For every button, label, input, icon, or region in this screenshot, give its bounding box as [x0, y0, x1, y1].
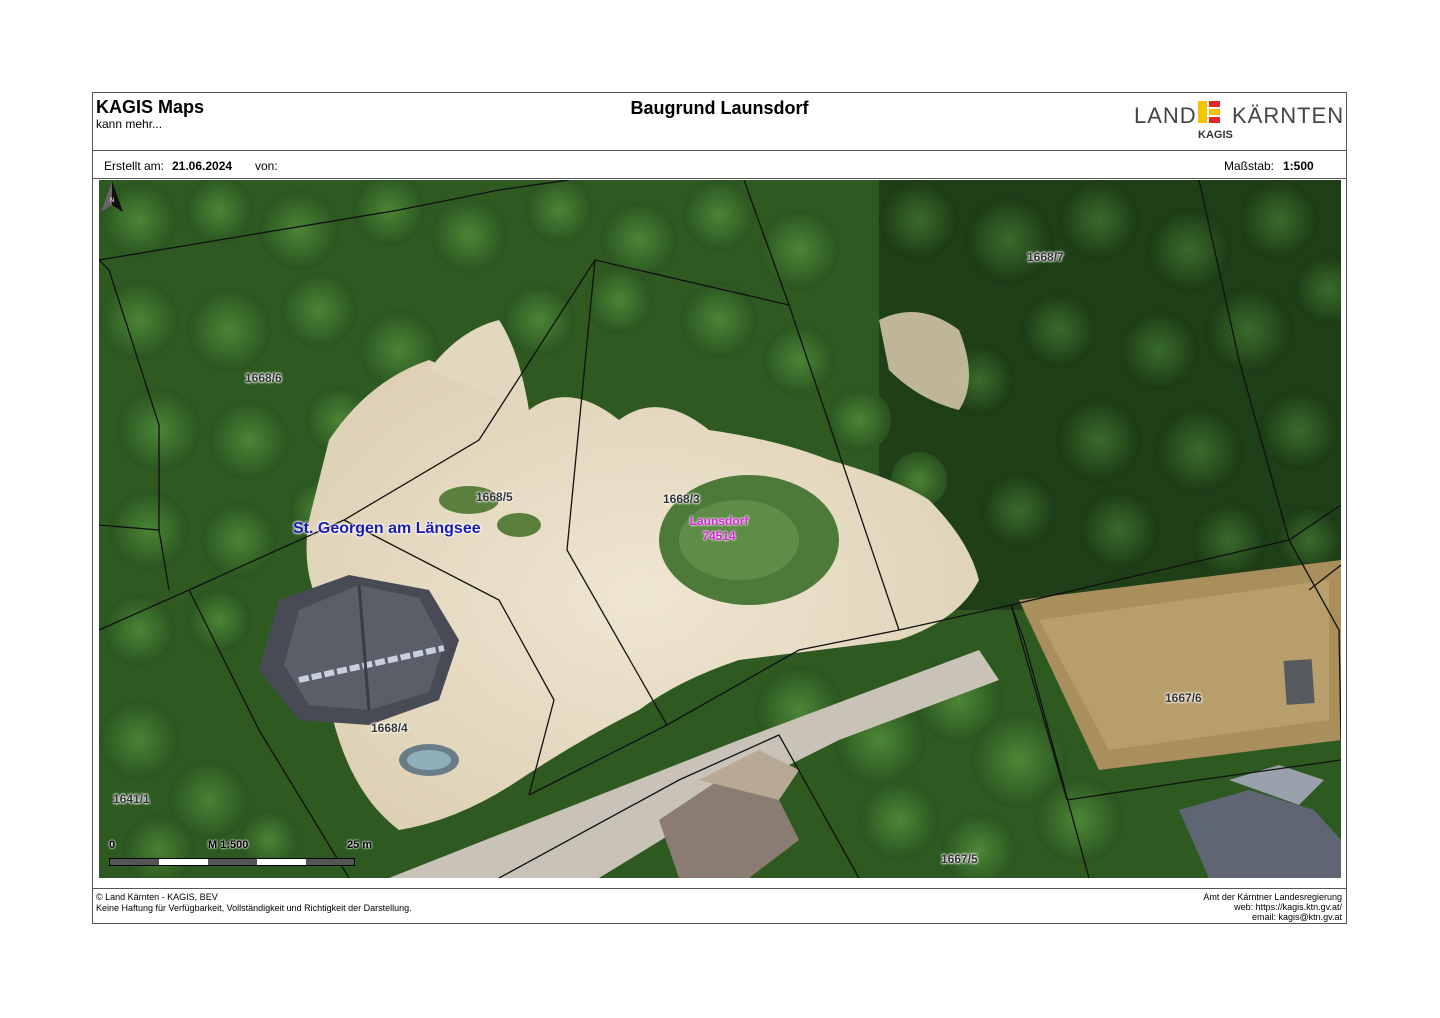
locality-code: 74514 — [702, 529, 736, 543]
map-sheet: KAGIS Maps kann mehr... Baugrund Launsdo… — [92, 92, 1347, 924]
parcel-label: 1667/5 — [941, 852, 978, 866]
locality-label: Launsdorf 74514 — [679, 514, 759, 544]
logo-text-land: LAND — [1134, 103, 1197, 128]
created-label: Erstellt am: — [104, 159, 165, 173]
web-link[interactable]: web: https://kagis.ktn.gv.at/ — [1203, 902, 1342, 912]
info-bar: Erstellt am: 21.06.2024 von: Maßstab: 1:… — [93, 150, 1346, 179]
sheet-footer: © Land Kärnten - KAGIS, BEV Keine Haftun… — [93, 888, 1346, 925]
aerial-map[interactable]: 1668/7 1668/6 1668/5 1668/3 1668/4 1641/… — [99, 180, 1341, 878]
created-date: 21.06.2024 — [172, 159, 233, 173]
parcel-label: 1668/5 — [476, 490, 513, 504]
scale-label: Maßstab: — [1224, 159, 1275, 173]
copyright-text: © Land Kärnten - KAGIS, BEV — [96, 892, 218, 902]
scale-value: 1:500 — [1283, 159, 1314, 173]
scalebar-start-label: 0 — [109, 839, 116, 851]
parcel-label: 1641/1 — [113, 792, 150, 806]
email-link[interactable]: email: kagis@ktn.gv.at — [1203, 912, 1342, 922]
municipality-label: St. Georgen am Längsee — [293, 520, 481, 537]
parcel-label: 1668/6 — [245, 371, 282, 385]
house — [259, 575, 459, 725]
logo-text-kaernten: KÄRNTEN — [1232, 103, 1345, 128]
scalebar-middle-label: M 1:500 — [208, 839, 249, 851]
scalebar-end-label: 25 m — [347, 839, 373, 851]
coat-of-arms-icon — [1198, 101, 1222, 123]
author-label: von: — [255, 159, 278, 173]
parcel-label: 1668/3 — [663, 492, 700, 506]
north-letter: N — [110, 198, 114, 204]
office-text: Amt der Kärntner Landesregierung — [1203, 892, 1342, 902]
scalebar — [109, 858, 355, 866]
sheet-header: KAGIS Maps kann mehr... Baugrund Launsdo… — [93, 93, 1346, 151]
land-kaernten-logo: LAND KÄRNTEN KAGIS — [1134, 99, 1343, 145]
disclaimer-text: Keine Haftung für Verfügbarkeit, Vollstä… — [96, 903, 412, 913]
parcel-label: 1667/6 — [1165, 691, 1202, 705]
locality-name: Launsdorf — [689, 514, 749, 528]
logo-text-kagis: KAGIS — [1198, 129, 1233, 141]
app-subtitle: kann mehr... — [96, 117, 163, 131]
parcel-label: 1668/4 — [371, 721, 408, 735]
parcel-label: 1668/7 — [1027, 250, 1064, 264]
north-arrow-icon: N — [101, 181, 123, 212]
